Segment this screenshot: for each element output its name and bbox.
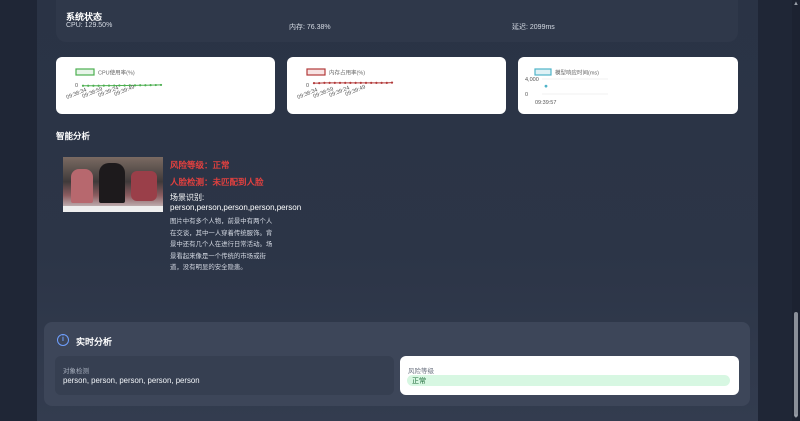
legend-label: 模型响应时间(ms) (555, 69, 599, 77)
risk-level-label: 风险等级 (408, 368, 434, 375)
risk-level-value: 正常 (412, 378, 426, 385)
data-point (364, 81, 368, 84)
response-time-chart: 模型响应时间(ms) 4,000 0 09:39:57 (525, 68, 608, 106)
data-point (349, 81, 352, 84)
data-point (544, 84, 548, 88)
data-point (139, 84, 142, 87)
data-point (118, 84, 121, 87)
y-tick-label: 0 (75, 83, 78, 89)
data-point (102, 84, 105, 87)
data-point (123, 84, 126, 87)
data-point (92, 84, 95, 87)
data-point (328, 81, 331, 84)
data-point (154, 83, 157, 87)
scrollbar-thumb[interactable] (794, 312, 798, 417)
realtime-title: 实时分析 (76, 337, 113, 347)
risk-level-badge: 正常 (407, 375, 730, 386)
face-detect-text: 人脸检测：未匹配到人脸 (170, 177, 264, 187)
analysis-section-title: 智能分析 (56, 131, 91, 141)
scrollbar[interactable]: ▲ ▼ (792, 0, 800, 421)
series-line (83, 84, 162, 87)
data-point (333, 81, 336, 84)
data-point (159, 83, 163, 87)
data-point (370, 81, 373, 84)
data-point (87, 84, 90, 87)
data-point (107, 84, 111, 87)
cpu-status: CPU: 129.50% (66, 22, 113, 29)
data-point (380, 81, 383, 84)
legend-swatch (306, 68, 326, 76)
legend-swatch (75, 68, 95, 76)
data-point (133, 84, 137, 87)
scene-value: person,person,person,person,person (170, 203, 302, 212)
cpu-usage-chart: CPU使用率(%)009:38:3409:38:5909:39:2409:39:… (66, 68, 163, 101)
data-point (323, 81, 326, 84)
memory-chart-card: 内存占用率(%) 0 09:38:34 09:38:59 09:39:24 09:39:4… (287, 57, 506, 114)
data-point (354, 81, 357, 84)
scroll-down-icon[interactable]: ▼ (793, 414, 799, 420)
memory-usage-chart: 内存占用率(%)009:38:3409:38:5909:39:2409:39:4… (297, 68, 394, 101)
data-point (390, 81, 394, 84)
y-tick-label: 0 (306, 83, 309, 89)
object-detection-value: person, person, person, person, person (63, 376, 200, 385)
data-point (149, 84, 152, 87)
cpu-chart-card: CPU使用率(%) 0 09:38:34 09:38:59 09:39:24 09:39:… (56, 57, 275, 114)
data-point (81, 84, 85, 87)
scroll-up-icon[interactable]: ▲ (793, 1, 799, 7)
x-tick-label: 09:39:57 (535, 100, 556, 106)
data-point (344, 81, 347, 84)
data-point (312, 82, 316, 85)
scene-label: 场景识别: (170, 193, 205, 202)
data-point (318, 82, 321, 85)
analysis-image (63, 157, 163, 212)
risk-level-text: 风险等级：正常 (170, 160, 230, 170)
info-icon: i (57, 334, 69, 346)
y-tick-label: 4,000 (525, 77, 539, 83)
legend-label: CPU使用率(%) (98, 69, 135, 77)
y-tick-label: 0 (525, 92, 528, 98)
data-point (338, 81, 342, 84)
memory-status: 内存: 76.38% (289, 24, 331, 31)
data-point (144, 84, 147, 87)
scene-description: 图片中有多个人物，前景中有两个人在交谈，其中一人穿着传统服饰。背景中还有几个人在… (170, 217, 273, 272)
latency-status: 延迟: 2099ms (512, 24, 555, 31)
data-point (359, 81, 362, 84)
data-point (385, 81, 388, 84)
object-detection-label: 对象检测 (63, 368, 89, 375)
legend-label: 内存占用率(%) (329, 69, 365, 77)
data-point (375, 81, 378, 84)
system-status-card: 系统状态 CPU: 129.50% 内存: 76.38% 延迟: 2099ms (56, 0, 738, 42)
response-time-chart-card: 模型响应时间(ms) 4,000 0 09:39:57 (518, 57, 738, 114)
legend-swatch (534, 68, 552, 76)
